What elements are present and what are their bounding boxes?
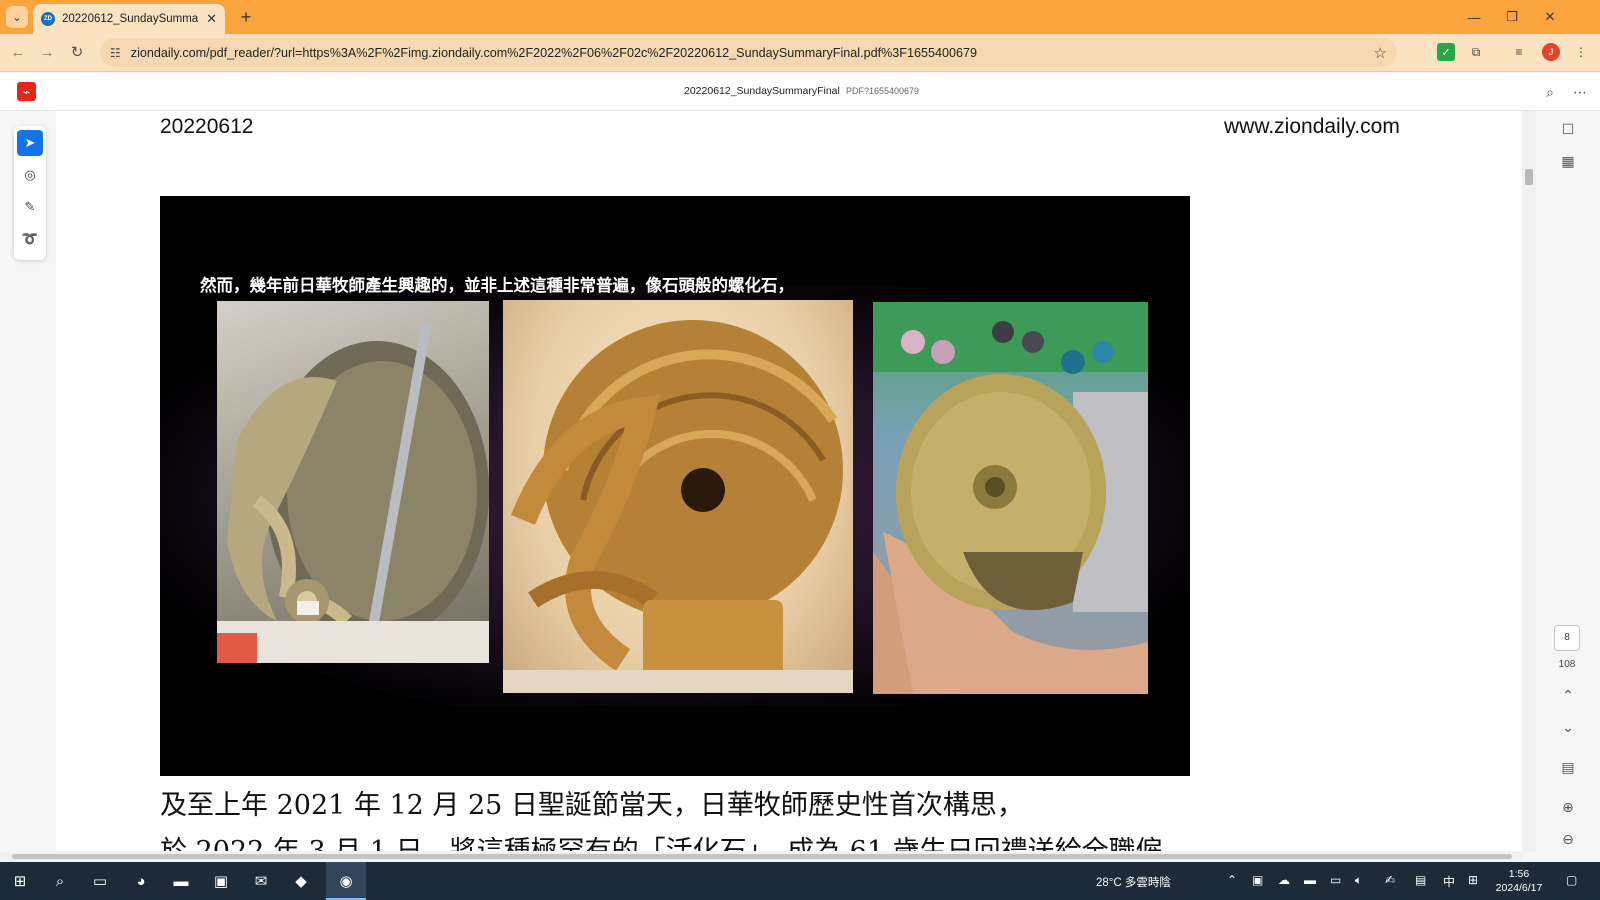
browser-tab-strip: ⌄ ZD 20220612_SundaySummaryF ✕ + — ❐ ✕ <box>0 0 1600 34</box>
photo-ammonite-in-hand <box>873 302 1148 694</box>
horizontal-scroll-thumb[interactable] <box>12 854 1512 859</box>
horizontal-scrollbar[interactable] <box>0 852 1522 861</box>
extensions-puzzle-icon[interactable]: ⧉ <box>1467 43 1485 61</box>
pdf-viewer-header: ⌁ 20220612_SundaySummaryFinal PDF?165540… <box>0 73 1600 111</box>
media-app-icon[interactable]: ◆ <box>289 869 313 893</box>
browser-tab[interactable]: ZD 20220612_SundaySummaryF ✕ <box>33 4 225 34</box>
body-text-line-1: 及至上年 2021 年 12 月 25 日聖誕節當天，日華牧師歷史性首次構思， <box>160 790 1024 821</box>
windows-start-icon[interactable]: ⊞ <box>8 869 32 893</box>
browser-menu-icon[interactable]: ⋮ <box>1572 43 1590 61</box>
task-view-icon[interactable]: ▭ <box>88 869 112 893</box>
profile-avatar[interactable]: J <box>1542 43 1560 61</box>
more-options-icon[interactable]: ⋯ <box>1570 82 1590 102</box>
weather-widget[interactable]: 28°C 多雲時陰 <box>1096 874 1171 890</box>
tray-storage-icon[interactable]: ▬ <box>1304 873 1316 887</box>
select-cursor-icon[interactable]: ➤ <box>17 130 43 156</box>
file-explorer-icon[interactable]: ▬ <box>169 869 193 893</box>
current-page-number[interactable]: 8 <box>1554 625 1580 651</box>
page-header-date: 20220612 <box>160 115 254 138</box>
photo-carved-fossil-with-ruler <box>217 301 489 663</box>
pen-ink-icon[interactable]: ✍ <box>1385 873 1395 887</box>
input-method-indicator[interactable]: 中 <box>1443 873 1455 890</box>
highlight-pen-icon[interactable]: ✎ <box>17 194 43 220</box>
photo-carved-ammonite-sculpture <box>503 300 853 693</box>
right-side-panel: ☐ ▦ 8 108 ⌃ ⌄ ▤ ⊕ ⊖ <box>1536 111 1600 852</box>
search-icon[interactable]: ⌕ <box>1540 82 1560 102</box>
media-controls-icon[interactable]: ≡ <box>1510 43 1528 61</box>
reload-icon[interactable]: ↻ <box>65 41 89 65</box>
notifications-icon[interactable]: ▢ <box>1566 873 1577 887</box>
volume-icon[interactable]: 🔈︎ <box>1355 873 1362 888</box>
new-tab-plus-icon[interactable]: + <box>234 5 258 29</box>
bookmark-star-icon[interactable]: ☆ <box>1374 44 1387 62</box>
mail-icon[interactable]: ✉ <box>249 869 273 893</box>
page-document-icon[interactable]: ▤ <box>1558 757 1578 777</box>
chrome-browser-icon[interactable]: ◉ <box>334 869 358 893</box>
pdf-page: 20220612 www.ziondaily.com 然而，幾年前日華牧師產生興… <box>56 111 1522 851</box>
next-page-chevron-icon[interactable]: ⌄ <box>1558 717 1578 737</box>
clock-date: 2024/6/17 <box>1495 882 1543 894</box>
zoom-out-icon[interactable]: ⊖ <box>1558 829 1578 849</box>
windows-taskbar: ⊞ ⌕ ▭ ◕ ▬ ▣ ✉ ◆ ◉ 28°C 多雲時陰 ⌃ ▣ ☁ ▬ ▭ 🔈︎… <box>0 862 1600 900</box>
add-comment-icon[interactable]: ◎ <box>17 162 43 188</box>
extension-check-icon[interactable]: ✓ <box>1437 43 1455 61</box>
minimize-icon[interactable]: — <box>1456 0 1492 34</box>
thumbnails-grid-icon[interactable]: ▦ <box>1558 151 1578 171</box>
tray-app-icon[interactable]: ▣ <box>1252 873 1263 887</box>
document-subtitle: PDF?1655400679 <box>846 86 920 96</box>
address-bar[interactable]: ☷ ziondaily.com/pdf_reader/?url=https%3A… <box>100 38 1397 67</box>
vertical-scrollbar[interactable] <box>1522 111 1536 852</box>
page-header-website: www.ziondaily.com <box>1224 115 1400 138</box>
acrobat-logo-icon: ⌁ <box>17 82 36 101</box>
tab-title: 20220612_SundaySummaryF <box>62 13 198 25</box>
taskbar-search-icon[interactable]: ⌕ <box>48 869 72 893</box>
restore-icon[interactable]: ❐ <box>1494 0 1530 34</box>
edge-browser-icon[interactable]: ◕ <box>129 869 153 893</box>
ziondaily-favicon-icon: ZD <box>41 12 55 26</box>
ime-mode-icon[interactable]: ⊞ <box>1468 873 1478 887</box>
tray-overflow-chevron-icon[interactable]: ⌃ <box>1227 873 1237 887</box>
back-arrow-icon[interactable]: ← <box>6 41 30 65</box>
total-pages: 108 <box>1558 659 1576 670</box>
onedrive-cloud-icon[interactable]: ☁ <box>1278 873 1290 887</box>
window-close-icon[interactable]: ✕ <box>1532 0 1568 34</box>
previous-page-chevron-icon[interactable]: ⌃ <box>1558 685 1578 705</box>
body-text-line-2: 於 2022 年 3 月 1 日，將這種極罕有的「活化石」，成為 61 歲生日回… <box>160 829 1163 851</box>
network-icon[interactable]: ▭ <box>1330 873 1341 887</box>
tab-search-chevron-icon[interactable]: ⌄ <box>6 6 28 28</box>
slide-caption: 然而，幾年前日華牧師產生興趣的，並非上述這種非常普遍，像石頭般的螺化石， <box>200 276 794 295</box>
vertical-scroll-thumb[interactable] <box>1525 169 1533 185</box>
comments-panel-icon[interactable]: ☐ <box>1558 119 1578 139</box>
forward-arrow-icon[interactable]: → <box>35 41 59 65</box>
keyboard-icon[interactable]: ▤ <box>1415 873 1426 887</box>
slide-image: 然而，幾年前日華牧師產生興趣的，並非上述這種非常普遍，像石頭般的螺化石， <box>160 196 1190 776</box>
tab-close-icon[interactable]: ✕ <box>206 11 217 27</box>
browser-toolbar: ← → ↻ ☷ ziondaily.com/pdf_reader/?url=ht… <box>0 34 1600 72</box>
microsoft-store-icon[interactable]: ▣ <box>209 869 233 893</box>
document-title: 20220612_SundaySummaryFinal <box>684 85 840 97</box>
clock-time: 1:56 <box>1508 868 1530 880</box>
zoom-in-icon[interactable]: ⊕ <box>1558 797 1578 817</box>
url-text[interactable]: ziondaily.com/pdf_reader/?url=https%3A%2… <box>131 46 1368 60</box>
site-info-icon[interactable]: ☷ <box>110 46 121 60</box>
lasso-draw-icon[interactable]: ➰ <box>17 226 43 252</box>
annotation-tool-rail: ➤ ◎ ✎ ➰ <box>14 126 46 260</box>
system-clock[interactable]: 1:56 2024/6/17 <box>1490 867 1548 895</box>
